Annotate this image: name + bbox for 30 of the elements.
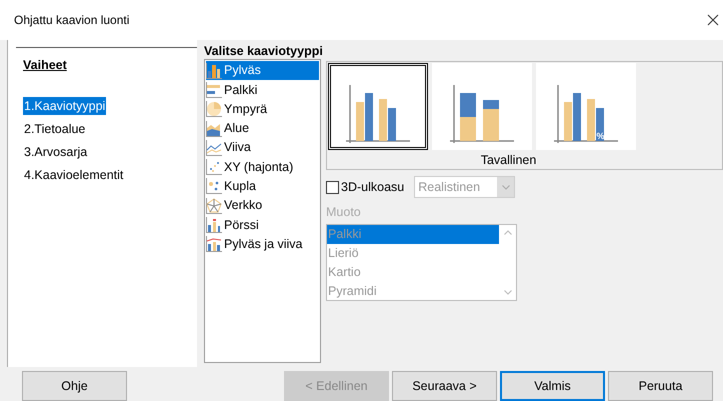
section-heading: Valitse kaaviotyyppi	[204, 43, 324, 59]
three-d-label: 3D-ulkoasu	[341, 178, 404, 196]
steps-heading: Vaiheet	[23, 58, 67, 72]
chart-type-item[interactable]: Alue	[206, 118, 319, 138]
chart-type-item[interactable]: Ympyrä	[206, 100, 319, 119]
variant-caption: Tavallinen	[480, 152, 536, 169]
chart-type-item[interactable]: Palkki	[206, 80, 319, 100]
dialog-button[interactable]: Seuraava >	[392, 371, 497, 401]
chart-type-item[interactable]: XY (hajonta)	[206, 157, 319, 177]
shape-label: Muoto	[326, 204, 362, 221]
chart-type-item[interactable]: Kupla	[206, 176, 319, 196]
chart-type-item[interactable]: Pylväs	[206, 61, 319, 80]
dialog-button[interactable]: Ohje	[22, 371, 127, 401]
chart-type-item[interactable]: Pylväs ja viiva	[206, 234, 319, 254]
chart-variant-option[interactable]	[328, 63, 428, 150]
chart-type-item[interactable]: Pörssi	[206, 215, 319, 235]
chart-type-item[interactable]: Verkko	[206, 196, 319, 216]
step-item[interactable]: 4.Kaavioelementit	[23, 166, 124, 184]
dialog-button[interactable]: Valmis	[500, 371, 605, 401]
chevron-down-icon	[502, 184, 510, 190]
step-item[interactable]: 2.Tietoalue	[23, 120, 86, 138]
step-item[interactable]: 1.Kaaviotyyppi	[23, 96, 106, 115]
chart-type-item[interactable]: Viiva	[206, 138, 319, 158]
percent-column-chart-drawing: %	[546, 66, 626, 146]
chart-variant-option[interactable]: %	[536, 63, 636, 150]
window-title: Ohjattu kaavion luonti	[14, 12, 130, 29]
three-d-checkbox[interactable]	[326, 180, 339, 194]
close-icon[interactable]	[707, 14, 719, 26]
step-item[interactable]: 3.Arvosarja	[23, 142, 88, 161]
dialog-button[interactable]: Peruuta	[608, 371, 713, 401]
